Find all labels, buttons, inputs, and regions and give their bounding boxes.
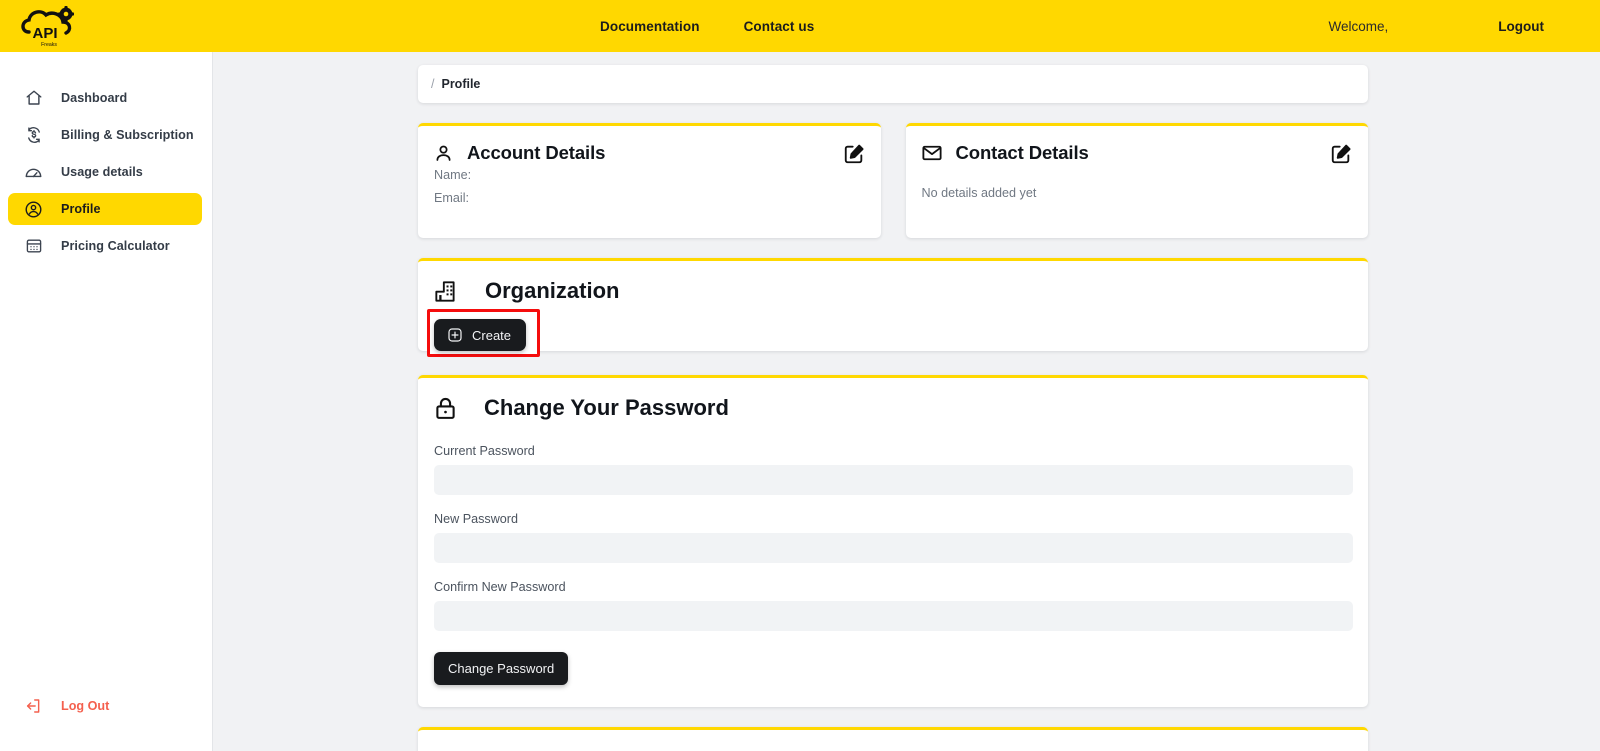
breadcrumb-current: Profile	[441, 77, 480, 91]
contact-details-empty-message: No details added yet	[906, 164, 1369, 238]
sidebar-nav: Dashboard Billing & Subscription	[0, 52, 212, 262]
account-details-card: Account Details Name: Email:	[418, 123, 881, 238]
create-organization-button[interactable]: Create	[434, 319, 526, 351]
app-root: API Freaks Documentation Contact us Welc…	[0, 0, 1600, 751]
create-organization-label: Create	[472, 328, 511, 343]
contact-details-card: Contact Details No details added yet	[906, 123, 1369, 238]
organization-create-area: Create	[434, 319, 554, 351]
sidebar-label: Profile	[61, 202, 101, 216]
svg-text:API: API	[32, 25, 57, 42]
profile-page: / Profile Account Details	[418, 65, 1368, 751]
plus-square-icon	[447, 327, 463, 343]
sidebar-label: Usage details	[61, 165, 143, 179]
breadcrumb-separator: /	[431, 77, 434, 91]
account-name-row: Name:	[418, 164, 881, 187]
new-password-label: New Password	[434, 512, 1352, 526]
account-email-label: Email:	[434, 191, 469, 205]
header-nav: Documentation Contact us	[600, 0, 814, 52]
account-name-label: Name:	[434, 168, 471, 182]
account-details-edit-button[interactable]	[843, 143, 865, 165]
contact-details-edit-button[interactable]	[1330, 143, 1352, 165]
header-logout-button[interactable]: Logout	[1498, 19, 1544, 34]
sidebar-item-dashboard[interactable]: Dashboard	[8, 82, 202, 114]
organization-header: Organization	[418, 261, 1368, 304]
change-password-card: Change Your Password Current Password Ne…	[418, 375, 1368, 707]
svg-text:Freaks: Freaks	[41, 42, 57, 48]
header-link-contact-us[interactable]: Contact us	[744, 19, 815, 34]
organization-card: Organization Create	[418, 258, 1368, 351]
building-icon	[433, 279, 458, 304]
organization-title: Organization	[485, 278, 619, 304]
contact-details-title: Contact Details	[956, 142, 1089, 164]
current-password-input[interactable]	[434, 465, 1353, 495]
gauge-icon	[24, 163, 43, 182]
logout-arrow-icon	[24, 697, 43, 716]
main-content: / Profile Account Details	[213, 52, 1600, 751]
account-details-title: Account Details	[467, 142, 605, 164]
logo-cloud-gear-icon: API Freaks	[19, 5, 81, 49]
apifreaks-logo[interactable]: API Freaks	[18, 4, 82, 50]
current-password-label: Current Password	[434, 444, 1352, 458]
home-icon	[24, 89, 43, 108]
next-card-partial	[418, 727, 1368, 751]
change-password-title: Change Your Password	[484, 395, 729, 421]
sidebar-item-pricing-calculator[interactable]: Pricing Calculator	[8, 230, 202, 262]
envelope-icon	[921, 142, 943, 164]
calculator-icon	[24, 237, 43, 256]
welcome-text: Welcome,	[1328, 19, 1388, 34]
sidebar-logout-label: Log Out	[61, 699, 109, 713]
confirm-new-password-input[interactable]	[434, 601, 1353, 631]
sidebar-label: Pricing Calculator	[61, 239, 170, 253]
breadcrumb: / Profile	[418, 65, 1368, 103]
sidebar-item-usage-details[interactable]: Usage details	[8, 156, 202, 188]
sidebar-item-billing-subscription[interactable]: Billing & Subscription	[8, 119, 202, 151]
change-password-form: Current Password New Password Confirm Ne…	[418, 421, 1368, 631]
header-user-area: Welcome, Logout	[1328, 0, 1544, 52]
sidebar-label: Dashboard	[61, 91, 127, 105]
header-link-documentation[interactable]: Documentation	[600, 19, 700, 34]
billing-refresh-dollar-icon	[24, 126, 43, 145]
account-email-row: Email:	[418, 187, 881, 232]
change-password-button[interactable]: Change Password	[434, 652, 568, 685]
sidebar-item-profile[interactable]: Profile	[8, 193, 202, 225]
sidebar-logout-button[interactable]: Log Out	[8, 691, 109, 721]
sidebar: Dashboard Billing & Subscription	[0, 52, 213, 751]
new-password-input[interactable]	[434, 533, 1353, 563]
change-password-submit-area: Change Password	[418, 648, 1368, 707]
details-row: Account Details Name: Email:	[418, 123, 1368, 238]
person-icon	[433, 143, 454, 164]
top-header: API Freaks Documentation Contact us Welc…	[0, 0, 1600, 52]
account-details-header: Account Details	[418, 126, 881, 164]
edit-pencil-icon	[1330, 143, 1352, 165]
change-password-header: Change Your Password	[418, 378, 1368, 421]
contact-details-header: Contact Details	[906, 126, 1369, 164]
sidebar-label: Billing & Subscription	[61, 128, 194, 142]
confirm-new-password-label: Confirm New Password	[434, 580, 1352, 594]
user-circle-icon	[24, 200, 43, 219]
edit-pencil-icon	[843, 143, 865, 165]
lock-icon	[433, 396, 458, 421]
